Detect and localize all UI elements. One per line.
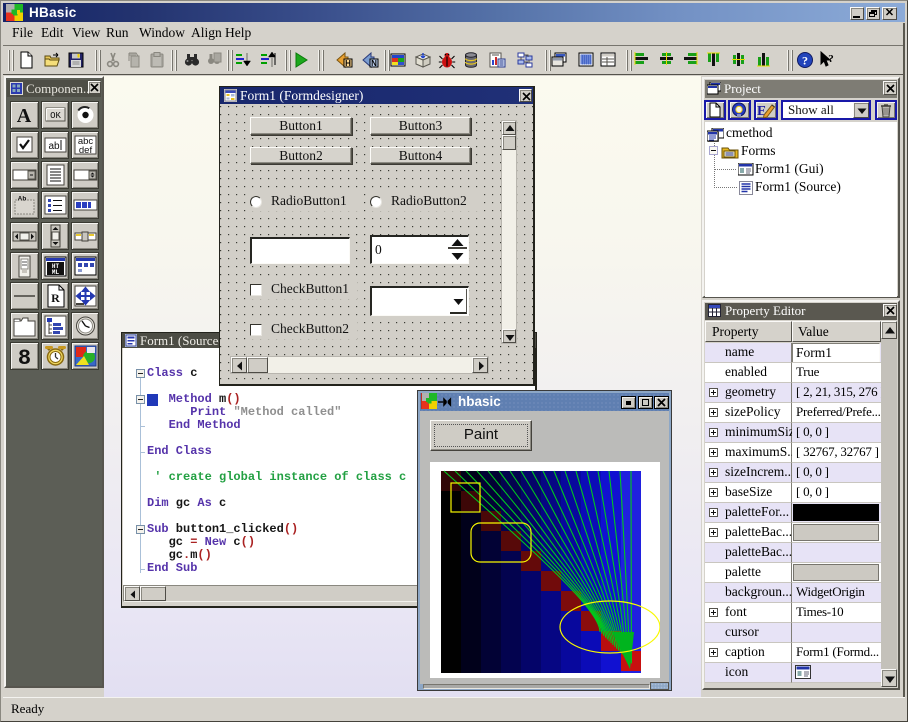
svg-text:N: N [371,59,377,68]
svg-text:Ab: Ab [18,196,27,203]
svg-text:8: 8 [18,346,31,369]
svg-text:?: ? [828,53,834,65]
svg-text:R: R [51,291,60,305]
svg-text:?: ? [802,54,808,68]
svg-text:def: def [79,145,93,156]
svg-text:ab: ab [48,141,60,152]
svg-text:OK: OK [50,111,61,121]
svg-text:ML: ML [52,269,60,276]
svg-text:H: H [345,59,351,68]
svg-text:A: A [17,105,32,127]
